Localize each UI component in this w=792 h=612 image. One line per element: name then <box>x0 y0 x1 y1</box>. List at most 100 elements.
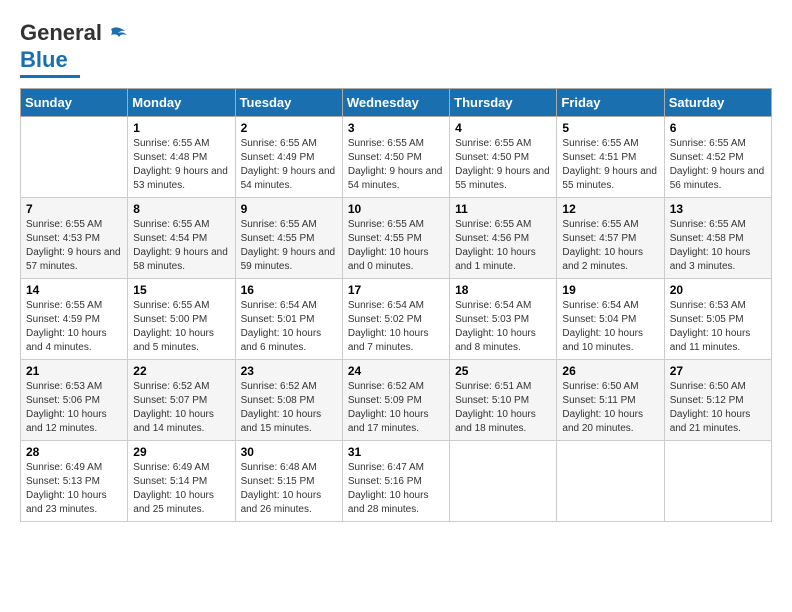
day-info: Sunrise: 6:53 AMSunset: 5:06 PMDaylight:… <box>26 380 122 436</box>
calendar-cell: 18Sunrise: 6:54 AMSunset: 5:03 PMDayligh… <box>450 278 557 359</box>
day-number: 30 <box>241 445 337 459</box>
day-info: Sunrise: 6:55 AMSunset: 4:59 PMDaylight:… <box>26 299 122 355</box>
calendar-cell: 8 Sunrise: 6:55 AMSunset: 4:54 PMDaylight… <box>128 197 235 278</box>
logo: General Blue <box>20 20 129 78</box>
day-info: Sunrise: 6:49 AMSunset: 5:13 PMDaylight:… <box>26 461 122 517</box>
calendar-cell: 12 Sunrise: 6:55 AMSunset: 4:57 PMDayligh… <box>557 197 664 278</box>
day-number: 28 <box>26 445 122 459</box>
day-header-friday: Friday <box>557 88 664 116</box>
calendar-cell: 17Sunrise: 6:54 AMSunset: 5:02 PMDayligh… <box>342 278 449 359</box>
calendar-cell: 31 Sunrise: 6:47 AMSunset: 5:16 PMDayligh… <box>342 440 449 521</box>
day-number: 8 <box>133 202 229 216</box>
calendar-cell <box>664 440 771 521</box>
day-info: Sunrise: 6:50 AMSunset: 5:11 PMDaylight:… <box>562 380 658 436</box>
logo-general: General <box>20 20 102 45</box>
day-number: 14 <box>26 283 122 297</box>
day-number: 13 <box>670 202 766 216</box>
day-info: Sunrise: 6:55 AMSunset: 4:52 PMDaylight:… <box>670 137 766 193</box>
day-info: Sunrise: 6:55 AMSunset: 5:00 PMDaylight:… <box>133 299 229 355</box>
calendar-cell <box>21 116 128 197</box>
day-number: 16 <box>241 283 337 297</box>
calendar-cell: 20Sunrise: 6:53 AMSunset: 5:05 PMDayligh… <box>664 278 771 359</box>
day-info: Sunrise: 6:55 AMSunset: 4:58 PMDaylight:… <box>670 218 766 274</box>
calendar-cell: 5 Sunrise: 6:55 AMSunset: 4:51 PMDaylight… <box>557 116 664 197</box>
day-number: 25 <box>455 364 551 378</box>
day-info: Sunrise: 6:52 AMSunset: 5:09 PMDaylight:… <box>348 380 444 436</box>
day-header-saturday: Saturday <box>664 88 771 116</box>
day-info: Sunrise: 6:55 AMSunset: 4:57 PMDaylight:… <box>562 218 658 274</box>
day-header-sunday: Sunday <box>21 88 128 116</box>
day-info: Sunrise: 6:54 AMSunset: 5:01 PMDaylight:… <box>241 299 337 355</box>
day-info: Sunrise: 6:55 AMSunset: 4:55 PMDaylight:… <box>241 218 337 274</box>
day-header-thursday: Thursday <box>450 88 557 116</box>
day-info: Sunrise: 6:55 AMSunset: 4:48 PMDaylight:… <box>133 137 229 193</box>
calendar-cell: 4Sunrise: 6:55 AMSunset: 4:50 PMDaylight… <box>450 116 557 197</box>
day-info: Sunrise: 6:55 AMSunset: 4:51 PMDaylight:… <box>562 137 658 193</box>
day-info: Sunrise: 6:47 AMSunset: 5:16 PMDaylight:… <box>348 461 444 517</box>
day-info: Sunrise: 6:52 AMSunset: 5:08 PMDaylight:… <box>241 380 337 436</box>
day-number: 5 <box>562 121 658 135</box>
calendar-cell: 23 Sunrise: 6:52 AMSunset: 5:08 PMDayligh… <box>235 359 342 440</box>
calendar-cell: 27Sunrise: 6:50 AMSunset: 5:12 PMDayligh… <box>664 359 771 440</box>
day-number: 26 <box>562 364 658 378</box>
day-info: Sunrise: 6:48 AMSunset: 5:15 PMDaylight:… <box>241 461 337 517</box>
calendar-cell: 14 Sunrise: 6:55 AMSunset: 4:59 PMDayligh… <box>21 278 128 359</box>
calendar-cell: 22 Sunrise: 6:52 AMSunset: 5:07 PMDayligh… <box>128 359 235 440</box>
calendar-cell: 28 Sunrise: 6:49 AMSunset: 5:13 PMDayligh… <box>21 440 128 521</box>
day-number: 27 <box>670 364 766 378</box>
calendar-week-4: 21 Sunrise: 6:53 AMSunset: 5:06 PMDayligh… <box>21 359 772 440</box>
day-number: 29 <box>133 445 229 459</box>
logo-blue: Blue <box>20 47 68 72</box>
day-number: 22 <box>133 364 229 378</box>
calendar-cell: 15 Sunrise: 6:55 AMSunset: 5:00 PMDayligh… <box>128 278 235 359</box>
day-number: 31 <box>348 445 444 459</box>
day-info: Sunrise: 6:55 AMSunset: 4:55 PMDaylight:… <box>348 218 444 274</box>
logo-bird-icon <box>103 25 129 47</box>
calendar-cell <box>450 440 557 521</box>
day-number: 21 <box>26 364 122 378</box>
calendar-cell: 26 Sunrise: 6:50 AMSunset: 5:11 PMDayligh… <box>557 359 664 440</box>
day-header-monday: Monday <box>128 88 235 116</box>
day-header-wednesday: Wednesday <box>342 88 449 116</box>
calendar-cell: 1Sunrise: 6:55 AMSunset: 4:48 PMDaylight… <box>128 116 235 197</box>
day-number: 18 <box>455 283 551 297</box>
calendar-cell: 6Sunrise: 6:55 AMSunset: 4:52 PMDaylight… <box>664 116 771 197</box>
day-header-tuesday: Tuesday <box>235 88 342 116</box>
calendar-cell <box>557 440 664 521</box>
calendar-cell: 10 Sunrise: 6:55 AMSunset: 4:55 PMDayligh… <box>342 197 449 278</box>
day-info: Sunrise: 6:53 AMSunset: 5:05 PMDaylight:… <box>670 299 766 355</box>
day-number: 9 <box>241 202 337 216</box>
day-number: 7 <box>26 202 122 216</box>
calendar-cell: 7 Sunrise: 6:55 AMSunset: 4:53 PMDaylight… <box>21 197 128 278</box>
calendar-cell: 21 Sunrise: 6:53 AMSunset: 5:06 PMDayligh… <box>21 359 128 440</box>
day-number: 19 <box>562 283 658 297</box>
calendar-header-row: SundayMondayTuesdayWednesdayThursdayFrid… <box>21 88 772 116</box>
calendar-week-5: 28 Sunrise: 6:49 AMSunset: 5:13 PMDayligh… <box>21 440 772 521</box>
day-number: 11 <box>455 202 551 216</box>
day-number: 12 <box>562 202 658 216</box>
day-info: Sunrise: 6:55 AMSunset: 4:54 PMDaylight:… <box>133 218 229 274</box>
logo-underline <box>20 75 80 78</box>
day-number: 2 <box>241 121 337 135</box>
calendar-week-3: 14 Sunrise: 6:55 AMSunset: 4:59 PMDayligh… <box>21 278 772 359</box>
day-info: Sunrise: 6:54 AMSunset: 5:04 PMDaylight:… <box>562 299 658 355</box>
calendar-table: SundayMondayTuesdayWednesdayThursdayFrid… <box>20 88 772 522</box>
calendar-cell: 16 Sunrise: 6:54 AMSunset: 5:01 PMDayligh… <box>235 278 342 359</box>
day-info: Sunrise: 6:52 AMSunset: 5:07 PMDaylight:… <box>133 380 229 436</box>
day-number: 23 <box>241 364 337 378</box>
calendar-cell: 29 Sunrise: 6:49 AMSunset: 5:14 PMDayligh… <box>128 440 235 521</box>
day-info: Sunrise: 6:49 AMSunset: 5:14 PMDaylight:… <box>133 461 229 517</box>
day-number: 15 <box>133 283 229 297</box>
day-number: 17 <box>348 283 444 297</box>
calendar-cell: 24Sunrise: 6:52 AMSunset: 5:09 PMDayligh… <box>342 359 449 440</box>
day-info: Sunrise: 6:55 AMSunset: 4:53 PMDaylight:… <box>26 218 122 274</box>
logo-text: General <box>20 20 129 47</box>
calendar-week-1: 1Sunrise: 6:55 AMSunset: 4:48 PMDaylight… <box>21 116 772 197</box>
day-info: Sunrise: 6:55 AMSunset: 4:50 PMDaylight:… <box>348 137 444 193</box>
day-number: 4 <box>455 121 551 135</box>
day-info: Sunrise: 6:55 AMSunset: 4:49 PMDaylight:… <box>241 137 337 193</box>
day-info: Sunrise: 6:51 AMSunset: 5:10 PMDaylight:… <box>455 380 551 436</box>
calendar-week-2: 7 Sunrise: 6:55 AMSunset: 4:53 PMDaylight… <box>21 197 772 278</box>
calendar-cell: 13 Sunrise: 6:55 AMSunset: 4:58 PMDayligh… <box>664 197 771 278</box>
day-number: 10 <box>348 202 444 216</box>
